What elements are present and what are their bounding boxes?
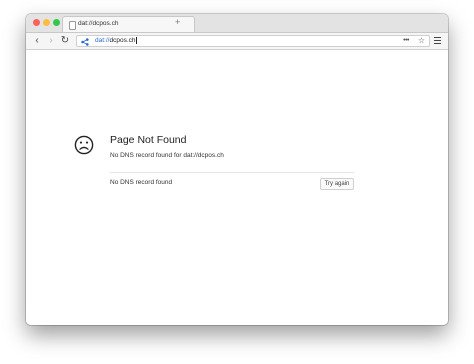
reload-button[interactable]: ↻ [59,34,71,48]
try-again-button[interactable]: Try again [320,178,354,190]
url-text[interactable]: dat://dcpos.ch [95,36,137,46]
share-icon[interactable] [81,38,89,46]
error-description: No DNS record found for dat://dcpos.ch [110,152,224,159]
page-content: Page Not Found No DNS record found for d… [26,50,448,325]
tab-title: dat://dcpos.ch [78,20,119,27]
tab-bar: dat://dcpos.ch + [26,14,448,33]
divider [110,172,354,173]
bookmark-star-icon[interactable]: ☆ [418,36,425,46]
new-tab-button[interactable]: + [175,15,180,29]
forward-arrow-icon: › [49,35,53,46]
sad-face-icon [74,135,94,155]
url-scheme: dat:// [95,37,110,44]
zoom-window-button[interactable] [53,19,60,26]
back-button[interactable]: ‹ [31,34,43,48]
close-window-button[interactable] [33,19,40,26]
minimize-window-button[interactable] [43,19,50,26]
browser-window: dat://dcpos.ch + ‹ › ↻ dat://dcpos.ch ••… [26,14,448,325]
url-host: dcpos.ch [109,37,136,44]
error-detail: No DNS record found [110,179,173,186]
error-title: Page Not Found [110,134,187,146]
text-caret [136,36,137,44]
hamburger-menu-icon[interactable] [434,37,441,44]
forward-button[interactable]: › [45,34,57,48]
navigation-toolbar: ‹ › ↻ dat://dcpos.ch ••• ☆ [26,33,448,50]
page-actions-icon[interactable]: ••• [403,36,409,46]
file-icon [69,21,76,30]
reload-icon: ↻ [60,35,70,46]
address-bar[interactable]: dat://dcpos.ch ••• ☆ [76,35,430,47]
back-arrow-icon: ‹ [35,35,39,46]
